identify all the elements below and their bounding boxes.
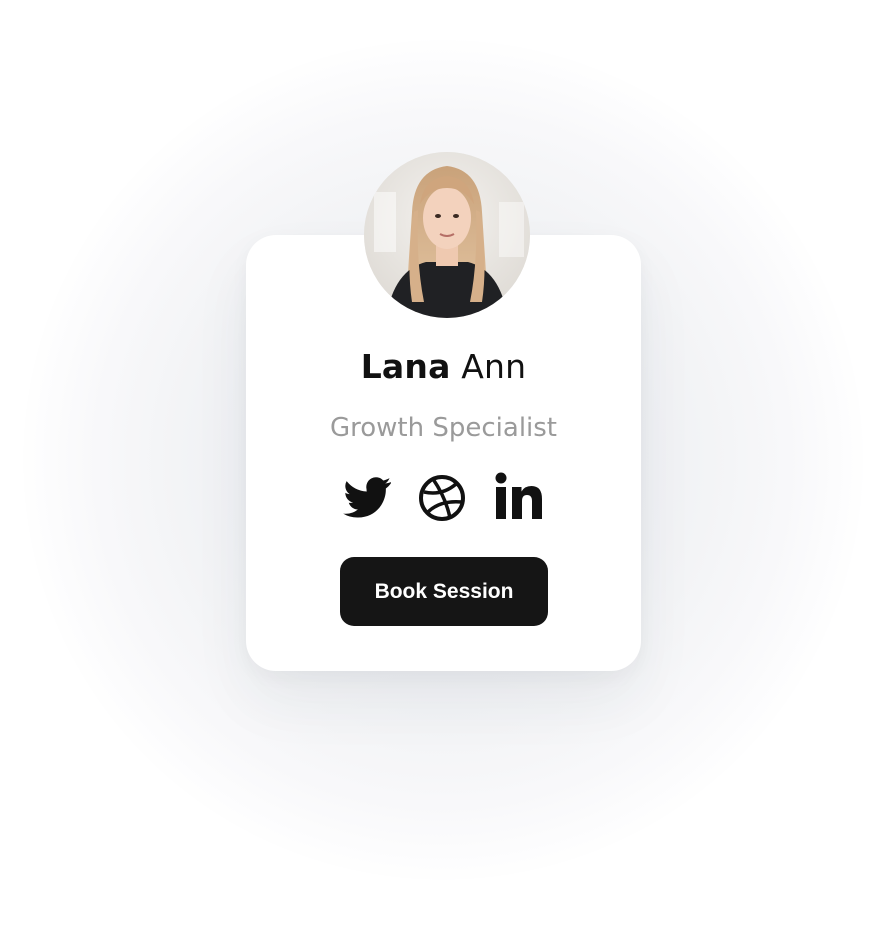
avatar-photo (364, 152, 530, 318)
social-links (246, 472, 641, 524)
profile-name: Lana Ann (246, 345, 641, 389)
twitter-icon[interactable] (341, 472, 393, 524)
book-session-button[interactable]: Book Session (340, 557, 548, 626)
first-name: Lana (360, 347, 451, 386)
last-name: Ann (461, 347, 527, 386)
profile-role: Growth Specialist (329, 413, 558, 443)
avatar (364, 152, 530, 318)
page: Lana Ann Growth Specialist Book Session (0, 0, 886, 950)
linkedin-icon[interactable] (493, 472, 545, 524)
dribbble-icon[interactable] (416, 472, 468, 524)
